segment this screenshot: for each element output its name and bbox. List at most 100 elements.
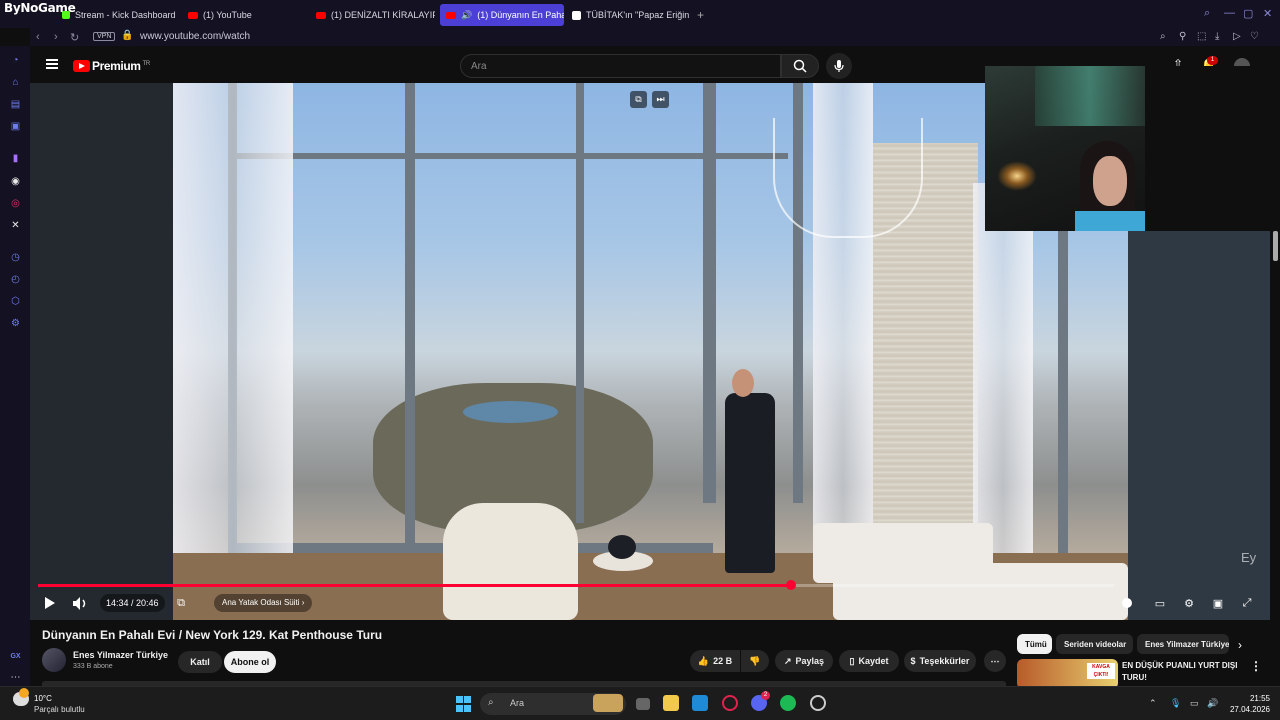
voice-search-button[interactable] — [826, 53, 852, 79]
weather-description[interactable]: Parçalı bulutlu — [34, 705, 85, 714]
sidebar-more-icon[interactable]: ⋯ — [9, 671, 22, 684]
sidebar-history-icon[interactable]: ◷ — [9, 251, 22, 264]
chip-all[interactable]: Tümü — [1017, 634, 1052, 654]
start-button[interactable] — [455, 696, 471, 712]
outlook-icon[interactable] — [692, 695, 708, 711]
tab-tubitak[interactable]: TÜBİTAK'ın "Papaz Eriğin — [566, 4, 691, 26]
join-label: Katıl — [190, 657, 210, 667]
menu-icon[interactable] — [46, 59, 58, 69]
sidebar-twitch-icon[interactable]: ▮ — [9, 152, 22, 165]
close-icon[interactable]: ✕ — [1263, 7, 1272, 20]
extension-icon[interactable]: ⚲ — [1179, 31, 1186, 42]
share-button[interactable]: ↗ Paylaş — [775, 650, 833, 672]
sidebar-extensions-icon[interactable]: ⬡ — [9, 295, 22, 308]
weather-icon[interactable] — [13, 688, 29, 706]
tab-kick-dashboard[interactable]: Stream - Kick Dashboard — [56, 4, 181, 26]
sidebar-messenger-icon[interactable]: ▣ — [9, 120, 22, 133]
download-icon[interactable]: ⤓ — [1215, 31, 1219, 42]
play-button[interactable] — [42, 595, 56, 611]
sidebar-settings-icon[interactable]: ⚙ — [9, 317, 22, 330]
forward-icon[interactable]: › — [54, 31, 58, 43]
tab-denizalti[interactable]: (1) DENİZALTI KİRALAYIP — [310, 4, 435, 26]
webcam-wall-decor — [1035, 66, 1145, 126]
sidebar-player-icon[interactable]: ▤ — [9, 98, 22, 111]
progress-bar[interactable] — [38, 584, 1114, 587]
pause-toggle[interactable] — [1120, 595, 1134, 611]
volume-button[interactable] — [72, 595, 90, 611]
join-button[interactable]: Katıl — [178, 651, 222, 673]
tray-chevron-icon[interactable]: ⌃ — [1149, 698, 1157, 709]
channel-watermark[interactable]: Ey — [1241, 550, 1256, 565]
chip-series[interactable]: Seriden videolar — [1056, 634, 1133, 654]
reload-icon[interactable]: ↻ — [70, 31, 79, 44]
back-icon[interactable]: ‹ — [36, 31, 40, 43]
network-icon[interactable]: ▭ — [1190, 698, 1199, 709]
more-actions-button[interactable]: ⋯ — [984, 650, 1006, 672]
file-explorer-icon[interactable] — [663, 695, 679, 711]
dislike-button[interactable]: 👎 — [741, 650, 769, 672]
sidebar-x-icon[interactable]: ✕ — [9, 219, 22, 232]
opera-gx-icon[interactable] — [722, 695, 738, 711]
window-mullion — [1058, 223, 1068, 583]
search-tabs-icon[interactable]: ⌕ — [1204, 7, 1210, 20]
zoom-icon[interactable]: ⌕ — [1160, 31, 1166, 42]
page-scrollbar[interactable] — [1273, 231, 1278, 261]
fullscreen-button[interactable]: ⤢ — [1239, 595, 1255, 611]
miniplayer-icon[interactable]: ⧉ — [630, 91, 647, 108]
youtube-logo-icon[interactable] — [73, 60, 90, 72]
search-button[interactable] — [781, 54, 819, 78]
settings-button[interactable]: ⚙ — [1181, 595, 1197, 611]
channel-avatar[interactable] — [42, 648, 66, 672]
subtitles-button[interactable]: ▭ — [1152, 595, 1168, 611]
microphone-tray-icon[interactable]: 🎙 — [1170, 698, 1181, 709]
theater-mode-button[interactable]: ▣ — [1210, 595, 1226, 611]
maximize-icon[interactable]: ▢ — [1243, 7, 1253, 20]
time-display: 14:34 / 20:46 — [100, 594, 165, 612]
chip-channel[interactable]: Enes Yilmazer Türkiye — [1137, 634, 1229, 654]
like-button[interactable]: 👍 22 B — [690, 650, 740, 672]
save-button[interactable]: ▯ Kaydet — [839, 650, 899, 672]
sidebar-instagram-icon[interactable]: ◎ — [9, 197, 22, 210]
tab-youtube[interactable]: (1) YouTube — [182, 4, 307, 26]
speaker-icon[interactable]: 🔊 — [1207, 698, 1218, 709]
autoplay-toggle[interactable]: ⧉ — [174, 595, 188, 611]
sidebar-speed-dial-icon[interactable]: ◔ — [9, 54, 22, 67]
url-field[interactable]: www.youtube.com/watch — [140, 31, 250, 42]
play-icon[interactable]: ▷ — [1233, 31, 1241, 42]
sidebar-gx-corner-icon[interactable]: ⌂ — [9, 76, 22, 89]
video-title: Dünyanın En Pahalı Evi / New York 129. K… — [42, 628, 383, 642]
recommendation-more-icon[interactable]: ⋮ — [1250, 659, 1262, 673]
system-clock[interactable]: 21:55 27.04.2026 — [1226, 693, 1270, 715]
vpn-badge[interactable]: VPN — [93, 32, 116, 41]
search-input[interactable]: Ara — [460, 54, 781, 78]
subscribe-label: Abone ol — [230, 657, 270, 667]
window-mullion — [576, 83, 584, 523]
taskbar-search[interactable]: ⌕ Ara — [480, 693, 626, 715]
webcam-streamer-face — [1093, 156, 1127, 206]
thanks-button[interactable]: $ Teşekkürler — [904, 650, 976, 672]
screenshot-icon[interactable]: ⬚ — [1197, 31, 1206, 42]
chevron-right-icon[interactable]: › — [1238, 638, 1242, 652]
skip-icon[interactable]: ⏭ — [652, 91, 669, 108]
chevron-right-icon: › — [301, 598, 305, 607]
sidebar-discord-icon[interactable]: ◉ — [9, 175, 22, 188]
microphone-icon — [834, 60, 844, 72]
task-view-icon[interactable] — [636, 698, 650, 710]
subscribe-button[interactable]: Abone ol — [224, 651, 276, 673]
chapter-button[interactable]: Ana Yatak Odası Süiti › — [214, 594, 313, 612]
youtube-premium-logo[interactable]: Premium TR — [92, 59, 150, 73]
sidebar-gx-icon[interactable]: GX — [9, 650, 22, 663]
new-tab-button[interactable]: + — [697, 8, 704, 22]
channel-name[interactable]: Enes Yilmazer Türkiye — [73, 650, 168, 660]
save-label: Kaydet — [858, 656, 889, 666]
steelseries-icon[interactable] — [810, 695, 826, 711]
recommendation-title[interactable]: EN DÜŞÜK PUANLI YURT DIŞI TURU! — [1122, 660, 1242, 684]
weather-temperature[interactable]: 10°C — [34, 694, 52, 703]
clock-time: 21:55 — [1249, 694, 1270, 703]
tab-dunyanin-en-pahali[interactable]: 🔊 (1) Dünyanın En Pahalı — [440, 4, 564, 26]
minimize-icon[interactable]: — — [1224, 7, 1235, 19]
heart-icon[interactable]: ♡ — [1250, 31, 1259, 42]
spotify-icon[interactable] — [780, 695, 796, 711]
toggle-icon — [1122, 598, 1132, 608]
sidebar-clock-icon[interactable]: ◴ — [9, 273, 22, 286]
